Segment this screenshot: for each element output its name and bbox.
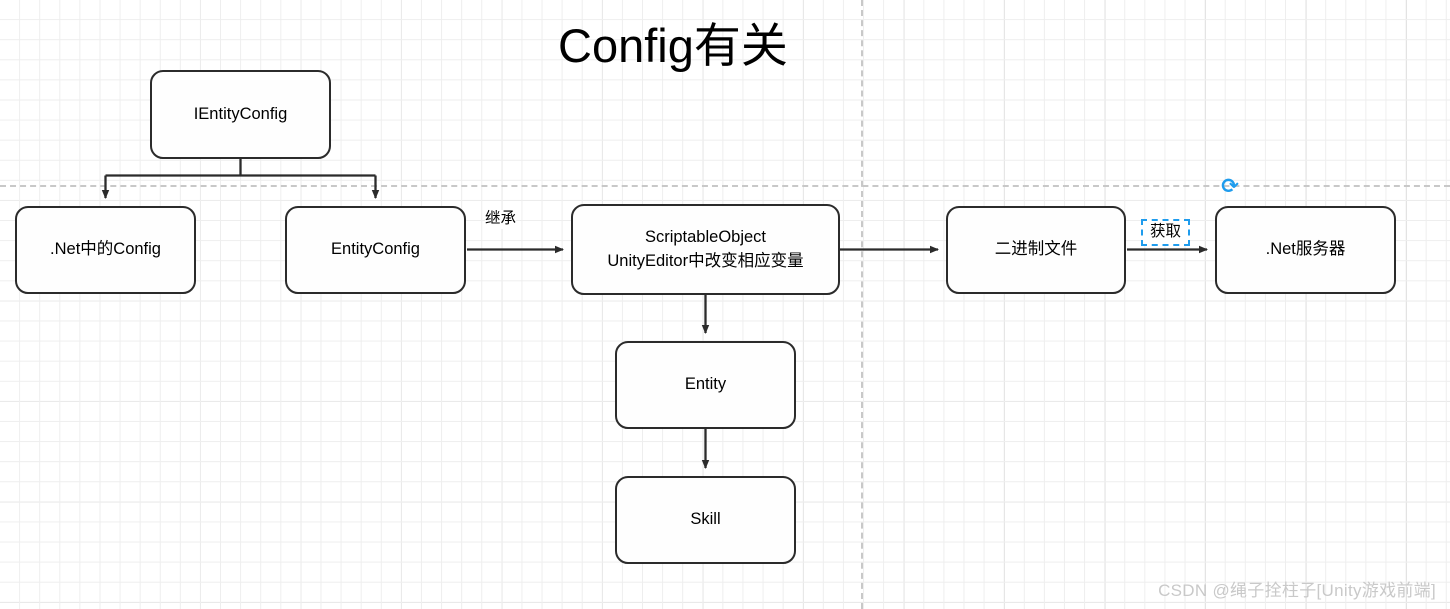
diagram-canvas[interactable]: Config有关 IEntityConfig .Net中的Config Enti… (0, 0, 1450, 609)
node-net-config[interactable]: .Net中的Config (15, 206, 196, 294)
edge-label-inherit[interactable]: 继承 (485, 210, 517, 229)
alignment-guide-vertical (861, 0, 863, 609)
node-binary-file[interactable]: 二进制文件 (946, 206, 1126, 294)
node-ientityconfig[interactable]: IEntityConfig (150, 70, 331, 159)
page-title: Config有关 (558, 19, 788, 72)
rotate-icon[interactable]: ⟳ (1219, 176, 1241, 198)
watermark: CSDN @绳子拴柱子[Unity游戏前端] (1158, 581, 1436, 600)
node-entity[interactable]: Entity (615, 341, 796, 429)
edge-label-fetch[interactable]: 获取 (1141, 219, 1191, 246)
node-skill[interactable]: Skill (615, 476, 796, 564)
node-entityconfig[interactable]: EntityConfig (285, 206, 466, 294)
node-scriptableobject[interactable]: ScriptableObject UnityEditor中改变相应变量 (571, 204, 840, 295)
node-net-server[interactable]: .Net服务器 (1215, 206, 1396, 294)
